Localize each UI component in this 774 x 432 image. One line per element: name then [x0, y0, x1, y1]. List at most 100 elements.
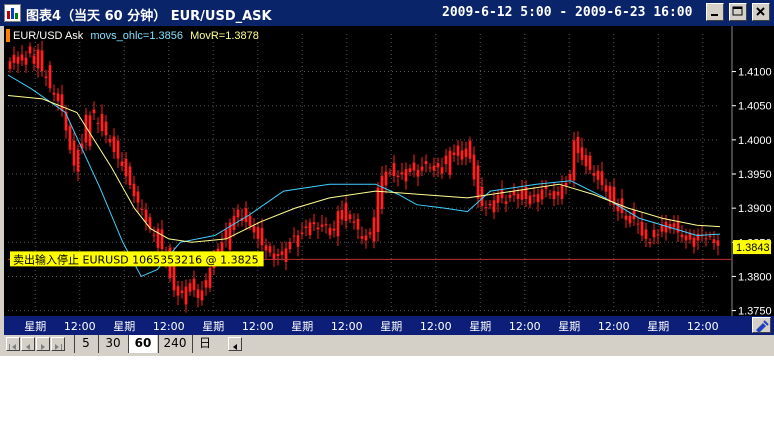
candle-body: [576, 136, 580, 154]
candle-body: [428, 167, 432, 169]
candle-body: [56, 93, 60, 102]
candle-body: [436, 163, 440, 168]
candle-body: [108, 139, 112, 143]
tab-5[interactable]: 5: [74, 335, 97, 353]
minimize-button[interactable]: [706, 3, 724, 21]
candle-body: [188, 283, 192, 292]
scroll-left-button[interactable]: [228, 337, 242, 351]
candle-body: [68, 126, 72, 150]
first-icon: [9, 344, 16, 350]
candle-body: [424, 161, 428, 165]
candle-body: [508, 194, 512, 198]
candle-body: [352, 221, 356, 223]
time-tick-label: 星期: [24, 320, 46, 333]
candle-body: [120, 161, 124, 167]
window-title: 图表4（当天 60 分钟） EUR/USD_ASK: [26, 9, 272, 24]
maximize-icon: [732, 6, 743, 16]
candle-body: [92, 109, 96, 114]
tab-日[interactable]: 日: [192, 335, 217, 353]
candle-body: [52, 92, 56, 95]
candle-body: [648, 242, 652, 244]
candle-body: [716, 240, 720, 246]
tab-60[interactable]: 60: [128, 335, 157, 353]
candle-body: [296, 235, 300, 247]
time-tick-label: 12:00: [64, 320, 96, 333]
candle-body: [580, 147, 584, 160]
axis-tool-button[interactable]: [752, 317, 771, 333]
candle-body: [684, 235, 688, 241]
candle-body: [708, 235, 712, 237]
candle-body: [192, 278, 196, 291]
ma-slow-line: [7, 95, 721, 243]
price-tick-label: 1.4100: [738, 67, 772, 79]
candle-body: [264, 245, 268, 251]
candle-body: [76, 149, 80, 172]
candle-body: [468, 140, 472, 159]
candle-body: [600, 171, 604, 186]
order-label: 卖出输入停止 EURUSD 1065353216 @ 1.3825: [13, 252, 259, 266]
candle-body: [644, 229, 648, 239]
next-tab-button[interactable]: [36, 337, 50, 351]
candle-body: [332, 228, 336, 231]
maximize-button[interactable]: [729, 3, 747, 21]
svg-text:EUR/USD Ask movs_ohl: EUR/USD Ask movs_ohlc=1.3856 MovR=1.3878: [13, 30, 259, 42]
candle-body: [608, 186, 612, 202]
price-tick-label: 1.3900: [738, 203, 772, 215]
tab-240[interactable]: 240: [158, 335, 191, 353]
candle-body: [488, 203, 492, 206]
price-tick-label: 1.4050: [738, 101, 772, 113]
candle-body: [656, 234, 660, 236]
candle-body: [136, 191, 140, 203]
candle-body: [544, 186, 548, 190]
time-axis: 星期 12:00 星期 12:00 星期 12:00 星期 12:00 星期 12:00 星期 12:…: [4, 316, 774, 335]
candle-body: [396, 175, 400, 178]
price-tick-label: 1.3800: [738, 271, 772, 283]
time-tick-label: 星期: [380, 320, 402, 333]
candle-body: [304, 226, 308, 228]
candle-body: [376, 187, 380, 233]
price-chart[interactable]: 1.41001.40501.40001.39501.39001.38501.38…: [4, 26, 774, 316]
chart-window: 图表4（当天 60 分钟） EUR/USD_ASK 2009-6-12 5:00…: [0, 0, 774, 356]
candle-body: [536, 194, 540, 202]
candle-body: [408, 168, 412, 173]
title-bar[interactable]: 图表4（当天 60 分钟） EUR/USD_ASK 2009-6-12 5:00…: [0, 0, 774, 26]
candle-body: [704, 238, 708, 240]
candle-body: [516, 193, 520, 199]
candle-body: [384, 171, 388, 186]
candle-body: [356, 218, 360, 230]
date-range: 2009-6-12 5:00 - 2009-6-23 16:00: [442, 5, 693, 20]
time-tick-label: 12:00: [331, 320, 363, 333]
horizontal-scrollbar[interactable]: [244, 337, 744, 352]
candle-body: [560, 184, 564, 199]
candle-body: [280, 251, 284, 255]
candle-body: [680, 234, 684, 238]
candle-body: [208, 267, 212, 288]
candle-body: [244, 208, 248, 222]
candle-body: [248, 215, 252, 226]
chart-area[interactable]: 1.41001.40501.40001.39501.39001.38501.38…: [4, 26, 774, 316]
candle-body: [584, 155, 588, 167]
candle-body: [8, 61, 12, 69]
tab-30[interactable]: 30: [98, 335, 127, 353]
candle-body: [476, 165, 480, 199]
candle-body: [300, 232, 304, 234]
first-tab-button[interactable]: [6, 337, 20, 351]
candle-body: [96, 122, 100, 124]
candle-body: [204, 280, 208, 288]
time-tick-label: 星期: [113, 320, 135, 333]
scroll-left-icon: [233, 344, 237, 350]
prev-tab-button[interactable]: [21, 337, 35, 351]
candle-body: [180, 290, 184, 294]
last-tab-button[interactable]: [51, 337, 65, 351]
candle-body: [484, 207, 488, 209]
prev-icon: [26, 344, 30, 350]
candle-body: [12, 54, 16, 63]
candle-body: [252, 226, 256, 233]
candle-body: [480, 186, 484, 206]
candle-body: [140, 208, 144, 210]
close-button[interactable]: [752, 3, 770, 21]
candle-body: [152, 234, 156, 236]
candle-body: [540, 189, 544, 200]
candle-body: [276, 254, 280, 256]
candle-body: [412, 162, 416, 171]
